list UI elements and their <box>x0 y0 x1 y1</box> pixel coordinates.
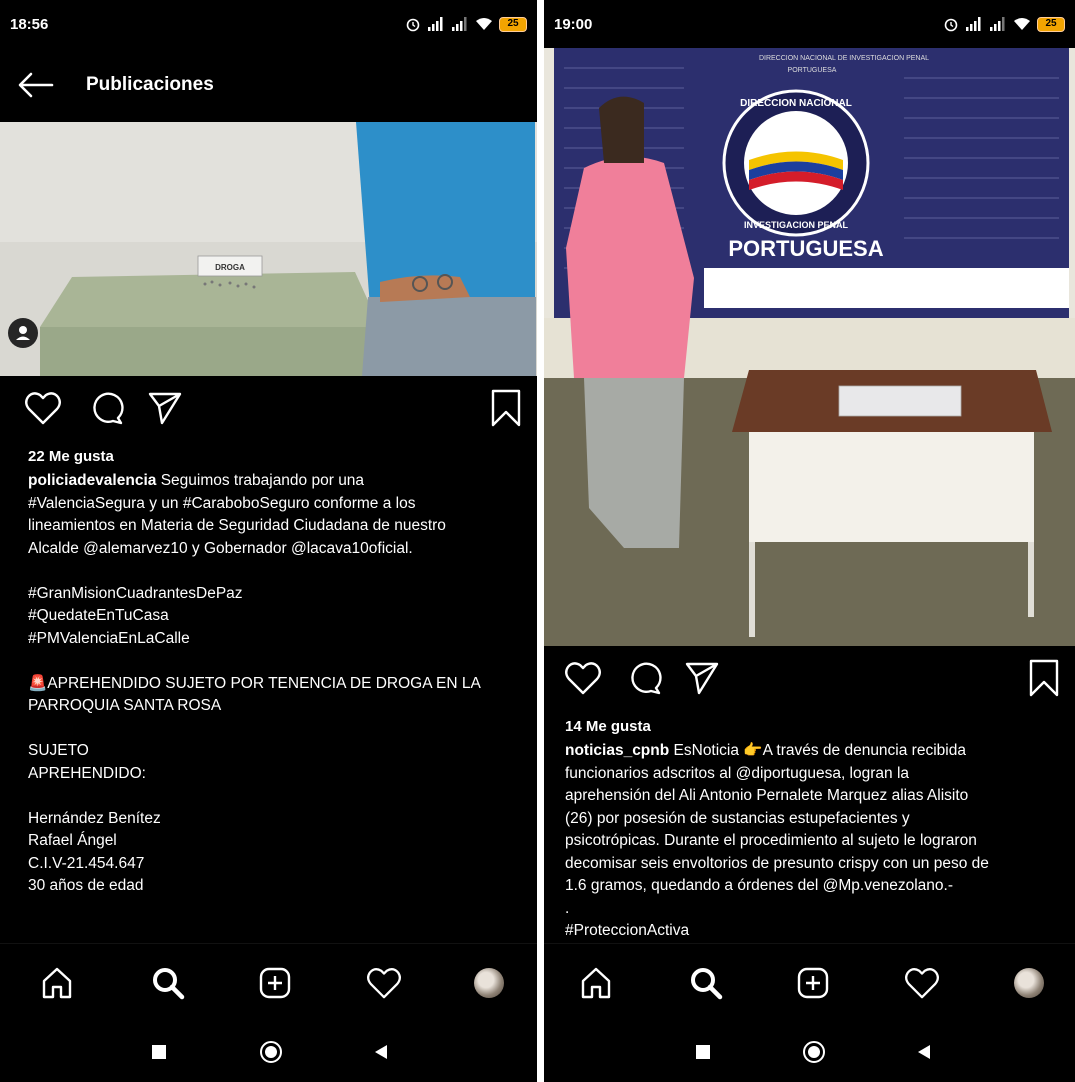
seal-bottom-text: INVESTIGACION PENAL <box>744 220 849 230</box>
caption-line: APREHENDIDO: <box>28 764 146 782</box>
signal-icon <box>990 17 1005 31</box>
add-post-icon[interactable] <box>796 966 830 1000</box>
battery-indicator: 25 <box>499 16 527 32</box>
square-icon[interactable] <box>152 1045 166 1059</box>
send-icon[interactable] <box>684 660 720 696</box>
home-icon[interactable] <box>40 966 74 1000</box>
battery-indicator: 25 <box>1037 16 1065 32</box>
comment-icon[interactable] <box>88 390 124 426</box>
add-post-icon[interactable] <box>258 966 292 1000</box>
triangle-icon[interactable] <box>917 1044 931 1060</box>
arrow-left-icon[interactable] <box>18 72 54 98</box>
triangle-icon[interactable] <box>374 1044 388 1060</box>
post-caption: noticias_cpnb EsNoticia 👉A través de den… <box>565 740 1070 943</box>
status-bar: 19:00 25 <box>544 0 1075 48</box>
caption-username[interactable]: noticias_cpnb <box>565 742 669 759</box>
signal-icon <box>428 17 443 31</box>
post-photo-illustration: DIRECCION NACIONAL DE INVESTIGACION PENA… <box>544 48 1075 646</box>
caption-line <box>28 718 528 741</box>
caption-line: C.I.V-21.454.647 <box>28 854 145 872</box>
alarm-icon <box>406 18 420 32</box>
status-time: 19:00 <box>554 15 593 33</box>
banner-portuguesa: PORTUGUESA <box>728 236 883 261</box>
caption-line: lineamientos en Materia de Seguridad Ciu… <box>28 517 446 534</box>
post-image[interactable]: DIRECCION NACIONAL DE INVESTIGACION PENA… <box>544 48 1075 646</box>
avatar[interactable] <box>1014 968 1044 998</box>
panel-divider <box>537 0 544 1082</box>
heart-icon[interactable] <box>24 390 62 426</box>
caption-line: 30 años de edad <box>28 877 144 894</box>
caption-line: . <box>565 899 570 917</box>
heart-icon[interactable] <box>904 966 940 1000</box>
caption-line: SUJETO <box>28 742 89 759</box>
likes-count[interactable]: 14 Me gusta <box>565 718 651 735</box>
caption-username[interactable]: policiadevalencia <box>28 472 156 489</box>
banner-subheader: PORTUGUESA <box>788 67 837 74</box>
bookmark-icon[interactable] <box>1028 658 1060 698</box>
system-nav-bar <box>0 1017 537 1082</box>
status-icons: 25 <box>405 16 527 32</box>
status-icons: 25 <box>943 16 1065 32</box>
post-image[interactable]: DROGA <box>0 122 537 376</box>
caption-line: #QuedateEnTuCasa <box>28 607 169 624</box>
caption-line: Alcalde @alemarvez10 y Gobernador @lacav… <box>28 539 413 557</box>
signal-icon <box>452 17 467 31</box>
wifi-icon <box>476 18 492 30</box>
caption-line: decomisar seis envoltorios de presunto c… <box>565 854 989 872</box>
seal-top-text: DIRECCION NACIONAL <box>740 98 852 109</box>
post-photo-illustration: DROGA <box>0 122 537 376</box>
caption-line <box>28 560 528 583</box>
avatar[interactable] <box>474 968 504 998</box>
system-nav-bar <box>544 1017 1075 1082</box>
caption-line: #ValenciaSegura y un #CaraboboSeguro con… <box>28 494 416 512</box>
status-time: 18:56 <box>10 15 49 33</box>
caption-line <box>28 650 528 673</box>
comment-icon[interactable] <box>626 660 662 696</box>
banner-header: DIRECCION NACIONAL DE INVESTIGACION PENA… <box>759 55 929 62</box>
caption-line: psicotrópicas. Durante el procedimiento … <box>565 832 977 849</box>
search-icon[interactable] <box>689 966 723 1000</box>
left-screenshot: 18:56 25 Publicaciones DROGA 22 Me gusta… <box>0 0 537 1082</box>
alarm-icon <box>944 18 958 32</box>
caption-line: Hernández Benítez <box>28 809 161 827</box>
caption-text-first: EsNoticia 👉A través de denuncia recibida <box>673 742 966 759</box>
status-bar: 18:56 25 <box>0 0 537 48</box>
caption-text-first: Seguimos trabajando por una <box>160 472 365 489</box>
right-screenshot: 19:00 25 DIRECCION NACIONAL DE INVESTIGA… <box>544 0 1075 1082</box>
heart-icon[interactable] <box>366 966 402 1000</box>
caption-line: PARROQUIA SANTA ROSA <box>28 697 222 714</box>
post-actions <box>0 384 537 444</box>
bottom-nav <box>0 943 537 1017</box>
caption-line: Rafael Ángel <box>28 832 117 849</box>
search-icon[interactable] <box>151 966 185 1000</box>
likes-count[interactable]: 22 Me gusta <box>28 448 114 465</box>
heart-icon[interactable] <box>564 660 602 696</box>
caption-line: 1.6 gramos, quedando a órdenes del @Mp.v… <box>565 877 953 894</box>
top-bar: Publicaciones <box>0 48 537 122</box>
droga-label: DROGA <box>215 263 245 272</box>
circle-icon[interactable] <box>260 1041 282 1063</box>
caption-line: #GranMisionCuadrantesDePaz <box>28 584 243 602</box>
signal-icon <box>966 17 981 31</box>
bookmark-icon[interactable] <box>490 388 522 428</box>
wifi-icon <box>1014 18 1030 30</box>
square-icon[interactable] <box>696 1045 710 1059</box>
bottom-nav <box>544 943 1075 1017</box>
caption-line: (26) por posesión de sustancias estupefa… <box>565 809 910 827</box>
caption-line: #PMValenciaEnLaCalle <box>28 629 190 647</box>
caption-line: #ProteccionActiva <box>565 922 690 939</box>
circle-icon[interactable] <box>803 1041 825 1063</box>
home-icon[interactable] <box>579 966 613 1000</box>
caption-line: 🚨APREHENDIDO SUJETO POR TENENCIA DE DROG… <box>28 674 481 692</box>
post-actions <box>544 654 1075 714</box>
caption-line <box>28 785 528 808</box>
caption-line: aprehensión del Ali Antonio Pernalete Ma… <box>565 787 969 804</box>
page-title: Publicaciones <box>86 74 214 95</box>
tag-user-icon[interactable] <box>8 318 38 348</box>
send-icon[interactable] <box>147 390 183 426</box>
caption-line: funcionarios adscritos al @diportuguesa,… <box>565 764 910 782</box>
post-caption: policiadevalencia Seguimos trabajando po… <box>28 470 528 898</box>
